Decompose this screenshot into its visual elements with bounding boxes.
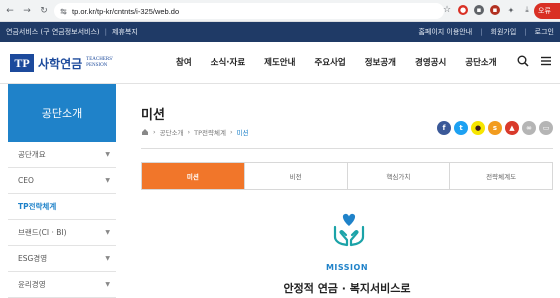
sidebar-item-strategy[interactable]: TP전략체계 [8,194,116,220]
menu-icon[interactable] [540,55,552,67]
breadcrumb-item[interactable]: 공단소개 [160,127,184,137]
util-separator: | [480,28,483,36]
forward-icon[interactable]: → [20,4,34,18]
url-text: tp.or.kr/tp-kr/cntnts/i-325/web.do [72,6,180,16]
breadcrumb-separator: › [229,128,233,136]
site-logo[interactable]: TP 사학연금 TEACHERS' PENSION [10,54,113,72]
nav-item-disclosure[interactable]: 정보공개 [365,56,396,68]
breadcrumb-separator: › [153,128,156,136]
util-link-login[interactable]: 로그인 [535,27,554,37]
logo-mark: TP [10,54,34,72]
chevron-down-icon: ▼ [105,255,110,262]
hands-heart-icon [333,213,365,247]
sidebar-item-label: 윤리경영 [18,280,46,289]
sidebar-item-ethics[interactable]: 윤리경영 ▼ [8,272,116,298]
site-header: TP 사학연금 TEACHERS' PENSION 참여 소식·자료 제도안내 주… [0,42,560,84]
tab-vision[interactable]: 비전 [244,163,348,189]
tab-mission[interactable]: 미션 [142,163,245,189]
breadcrumb-separator: › [187,128,191,136]
nav-item-news[interactable]: 소식·자료 [211,56,246,68]
site-info-icon[interactable] [60,8,67,15]
title-divider [141,148,553,149]
extension-icon-2[interactable]: ▪ [474,5,484,15]
sidebar-item-esg[interactable]: ESG경영 ▼ [8,246,116,272]
pdf-icon[interactable]: ▲ [505,121,519,135]
sidebar-item-label: 브랜드(CI · BI) [18,228,67,237]
mission-statement: 안정적 연금 · 복지서비스로 [283,282,411,295]
back-icon[interactable]: ← [3,4,17,18]
utility-bar: 연금서비스 (구 연금정보서비스) | 제휴복지 홈페이지 이용안내 | 회원가… [0,22,560,42]
extension-icon[interactable]: ● [458,5,468,15]
logo-english: TEACHERS' PENSION [86,57,113,69]
twitter-icon[interactable]: t [454,121,468,135]
chevron-down-icon: ▼ [105,281,110,288]
search-icon[interactable] [517,55,529,67]
profile-label: 오류 [538,7,551,15]
sidebar-item-brand[interactable]: 브랜드(CI · BI) ▼ [8,220,116,246]
extension-icon-3[interactable]: ▪ [490,5,500,15]
browser-toolbar: ← → ↻ tp.or.kr/tp-kr/cntnts/i-325/web.do… [0,0,560,22]
sidebar: 공단소개 공단개요 ▼ CEO ▼ TP전략체계 브랜드(CI · BI) ▼ ESG… [8,84,116,298]
sidebar-item-label: ESG경영 [18,254,48,263]
content-tabs: 미션 비전 핵심가치 전략체계도 [141,162,553,190]
logo-en-line-1: TEACHERS' [86,57,113,62]
print-icon[interactable]: ▭ [539,121,553,135]
util-separator: | [524,28,527,36]
nav-item-system[interactable]: 제도안내 [264,56,295,68]
util-separator: | [104,28,107,36]
address-bar[interactable]: tp.or.kr/tp-kr/cntnts/i-325/web.do [54,3,444,19]
page-title: 미션 [141,108,165,123]
link-icon[interactable]: ∞ [522,121,536,135]
util-link-pension-service[interactable]: 연금서비스 (구 연금정보서비스) [6,27,100,37]
breadcrumb-current: 미션 [236,129,249,137]
sidebar-item-label: 공단개요 [18,150,46,159]
kakaostory-icon[interactable]: s [488,121,502,135]
sidebar-item-ceo[interactable]: CEO ▼ [8,168,116,194]
facebook-icon[interactable]: f [437,121,451,135]
nav-item-management[interactable]: 경영공시 [415,56,446,68]
sidebar-item-label: CEO [18,176,34,185]
share-buttons: f t ● s ▲ ∞ ▭ [437,121,553,135]
util-link-signup[interactable]: 회원가입 [491,27,517,37]
reload-icon[interactable]: ↻ [37,4,51,18]
logo-name: 사학연금 [38,56,83,71]
breadcrumb-item[interactable]: TP전략체계 [194,127,226,137]
chevron-down-icon: ▼ [105,177,110,184]
tab-strategy-map[interactable]: 전략체계도 [450,163,552,189]
util-link-welfare[interactable]: 제휴복지 [112,27,138,37]
puzzle-icon[interactable]: ✦ [506,5,516,15]
nav-item-participation[interactable]: 참여 [176,56,192,68]
sidebar-item-label: TP전략체계 [18,202,57,211]
logo-en-line-2: PENSION [86,63,108,68]
chevron-down-icon: ▼ [105,229,110,236]
breadcrumb: › 공단소개 › TP전략체계 › 미션 [141,127,249,137]
download-icon[interactable]: ⤓ [522,5,532,15]
profile-error-chip[interactable]: 오류 [534,3,560,19]
nav-item-about[interactable]: 공단소개 [465,56,496,68]
nav-item-business[interactable]: 주요사업 [314,56,345,68]
mission-label: MISSION [325,263,369,272]
sidebar-title: 공단소개 [8,84,116,142]
bookmark-star-icon[interactable]: ☆ [442,5,452,15]
sidebar-item-overview[interactable]: 공단개요 ▼ [8,142,116,168]
main-nav: 참여 소식·자료 제도안내 주요사업 정보공개 경영공시 공단소개 [176,56,497,68]
tab-core-values[interactable]: 핵심가치 [347,163,451,189]
home-icon[interactable] [141,128,149,136]
kakaotalk-icon[interactable]: ● [471,121,485,135]
main-content: 미션 › 공단소개 › TP전략체계 › 미션 f t ● s ▲ ∞ ▭ 미션… [141,84,553,298]
util-link-guide[interactable]: 홈페이지 이용안내 [418,27,472,37]
chevron-down-icon: ▼ [105,151,110,158]
